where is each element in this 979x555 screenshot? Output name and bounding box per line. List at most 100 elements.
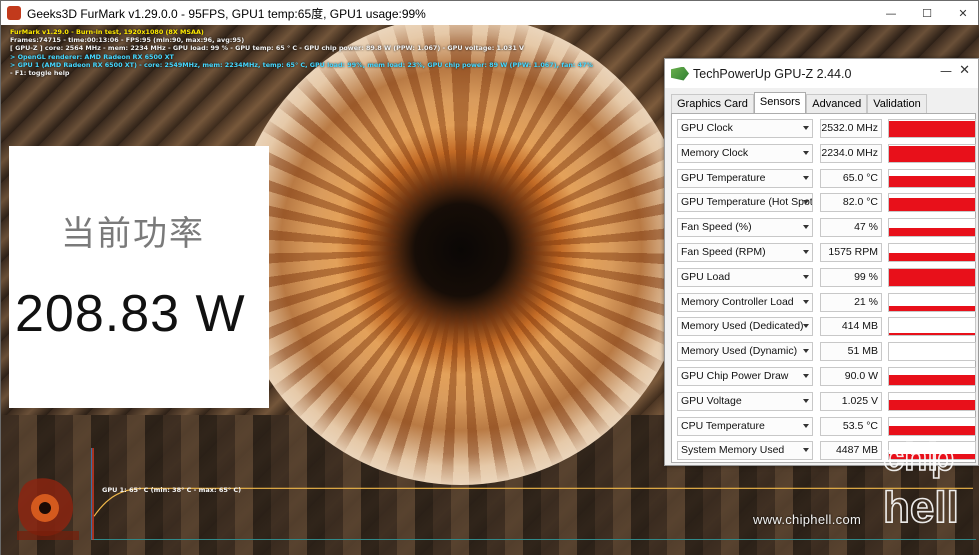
osd-line: - F1: toggle help — [10, 69, 70, 78]
chevron-down-icon[interactable] — [803, 126, 809, 130]
close-icon[interactable]: ✕ — [959, 63, 970, 78]
power-value: 208.83 W — [15, 285, 246, 343]
furmark-window-title: Geeks3D FurMark v1.29.0.0 - 95FPS, GPU1 … — [27, 6, 426, 21]
sensor-name-dropdown[interactable]: GPU Chip Power Draw — [677, 367, 813, 386]
maximize-icon[interactable]: ☐ — [920, 7, 934, 20]
sensor-row: Fan Speed (RPM) 1575 RPM — [677, 243, 977, 264]
sensor-graph — [888, 367, 976, 386]
sensor-value: 90.0 W — [820, 367, 882, 386]
sensor-graph — [888, 218, 976, 238]
sensor-name-dropdown[interactable]: GPU Voltage — [677, 391, 813, 411]
sensor-value: 99 % — [820, 267, 882, 287]
sensor-graph-fill — [889, 333, 975, 336]
chevron-down-icon[interactable] — [803, 175, 809, 180]
sensor-graph — [888, 292, 976, 312]
sensor-value: 1575 RPM — [820, 243, 882, 262]
furmark-titlebar[interactable]: Geeks3D FurMark v1.29.0.0 - 95FPS, GPU1 … — [1, 1, 978, 25]
furmark-app-icon — [7, 6, 21, 20]
sensor-graph-fill — [889, 375, 975, 385]
sensor-name-dropdown[interactable]: Memory Used (Dedicated) — [677, 317, 813, 337]
sensor-graph — [888, 119, 976, 138]
sensor-value: 47 % — [820, 218, 882, 238]
sensor-graph-fill — [889, 228, 975, 237]
chevron-down-icon[interactable] — [803, 374, 809, 378]
chevron-down-icon[interactable] — [803, 398, 809, 403]
sensor-graph — [888, 342, 976, 362]
sensor-name-dropdown[interactable]: GPU Temperature — [677, 168, 813, 188]
sensor-name-label: System Memory Used — [681, 444, 785, 457]
temperature-graph-label: GPU 1: 65° C (min: 38° C - max: 65° C) — [102, 486, 242, 494]
sensor-name-dropdown[interactable]: GPU Temperature (Hot Spot) — [677, 193, 813, 213]
chevron-down-icon[interactable] — [803, 448, 809, 453]
power-label: 当前功率 — [61, 214, 205, 254]
svg-text:chi: chi — [883, 437, 938, 479]
chevron-down-icon[interactable] — [803, 274, 809, 279]
chevron-down-icon[interactable] — [803, 324, 809, 329]
sensor-name-label: Fan Speed (RPM) — [681, 246, 766, 258]
gpuz-titlebar[interactable]: TechPowerUp GPU-Z 2.44.0 — ✕ — [665, 59, 978, 88]
sensor-value: 21 % — [820, 292, 882, 312]
sensor-name-label: GPU Load — [681, 270, 731, 283]
watermark-text: www.chiphell.com — [753, 512, 862, 527]
sensor-name-dropdown[interactable]: Memory Used (Dynamic) — [677, 342, 813, 362]
sensor-value: 2234.0 MHz — [820, 143, 882, 163]
sensor-name-label: Memory Clock — [681, 146, 749, 159]
sensor-graph-fill — [889, 399, 975, 410]
sensor-graph-fill — [889, 121, 975, 137]
sensor-graph — [888, 143, 976, 163]
chevron-down-icon[interactable] — [803, 250, 809, 254]
close-icon[interactable]: ✕ — [956, 7, 970, 20]
tab-sensors[interactable]: Sensors — [753, 92, 807, 113]
sensor-graph-fill — [889, 175, 975, 187]
sensor-name-dropdown[interactable]: Memory Clock — [677, 143, 813, 163]
chevron-down-icon[interactable] — [803, 299, 809, 304]
sensor-row: GPU Clock 2532.0 MHz — [677, 119, 977, 140]
fur-eye-streaks — [231, 25, 691, 485]
sensor-graph — [888, 317, 976, 337]
sensor-graph — [888, 193, 976, 213]
sensor-graph — [888, 267, 976, 287]
sensors-panel: GPU Clock 2532.0 MHz Memory Clock 2234.0 MH… — [671, 113, 976, 463]
sensor-value: 1.025 V — [820, 391, 882, 411]
furmark-logo-icon — [17, 478, 79, 540]
sensor-name-label: CPU Temperature — [681, 419, 765, 432]
graph-time-marker — [92, 448, 94, 540]
tab-advanced[interactable]: Advanced — [806, 94, 868, 113]
sensor-graph-fill — [889, 253, 975, 261]
sensor-name-dropdown[interactable]: CPU Temperature — [677, 416, 813, 436]
sensor-name-dropdown[interactable]: GPU Load — [677, 267, 813, 287]
sensor-name-label: GPU Clock — [681, 122, 733, 134]
gpuz-window: TechPowerUp GPU-Z 2.44.0 — ✕ Graphics Ca… — [664, 58, 979, 466]
sensor-name-dropdown[interactable]: Fan Speed (RPM) — [677, 243, 813, 262]
osd-line: [ GPU-Z ] core: 2564 MHz - mem: 2234 MHz… — [10, 44, 524, 53]
osd-line: FurMark v1.29.0 - Burn-in test, 1920x108… — [10, 28, 204, 36]
sensor-name-label: GPU Chip Power Draw — [681, 370, 789, 382]
sensor-value: 2532.0 MHz — [820, 119, 882, 138]
sensor-name-dropdown[interactable]: Fan Speed (%) — [677, 218, 813, 238]
gpuz-app-icon — [671, 66, 689, 81]
gpuz-tabs: Graphics Card Sensors Advanced Validation — [671, 92, 927, 113]
sensor-graph — [888, 243, 976, 262]
sensor-row: Fan Speed (%) 47 % — [677, 218, 977, 239]
chevron-down-icon[interactable] — [803, 349, 809, 354]
sensor-name-label: Memory Used (Dedicated) — [681, 320, 804, 333]
sensor-name-dropdown[interactable]: Memory Controller Load — [677, 292, 813, 312]
sensor-value: 4487 MB — [820, 441, 882, 461]
svg-text:hell: hell — [883, 483, 959, 530]
sensor-row: Memory Controller Load 21 % — [677, 292, 977, 314]
tab-validation[interactable]: Validation — [867, 94, 927, 113]
sensor-row: GPU Voltage 1.025 V — [677, 391, 977, 413]
minimize-icon[interactable]: — — [884, 7, 898, 20]
sensor-graph — [888, 391, 976, 411]
chevron-down-icon[interactable] — [803, 200, 809, 205]
gpuz-window-title: TechPowerUp GPU-Z 2.44.0 — [693, 66, 852, 81]
sensor-name-dropdown[interactable]: GPU Clock — [677, 119, 813, 138]
chevron-down-icon[interactable] — [803, 423, 809, 428]
chevron-down-icon[interactable] — [803, 150, 809, 155]
tab-graphics-card[interactable]: Graphics Card — [671, 94, 754, 113]
sensor-row: Memory Used (Dedicated) 414 MB — [677, 317, 977, 338]
minimize-icon[interactable]: — — [940, 64, 952, 78]
power-readout-panel: 当前功率 208.83 W — [9, 146, 269, 408]
chevron-down-icon[interactable] — [803, 225, 809, 230]
sensor-name-dropdown[interactable]: System Memory Used — [677, 441, 813, 461]
